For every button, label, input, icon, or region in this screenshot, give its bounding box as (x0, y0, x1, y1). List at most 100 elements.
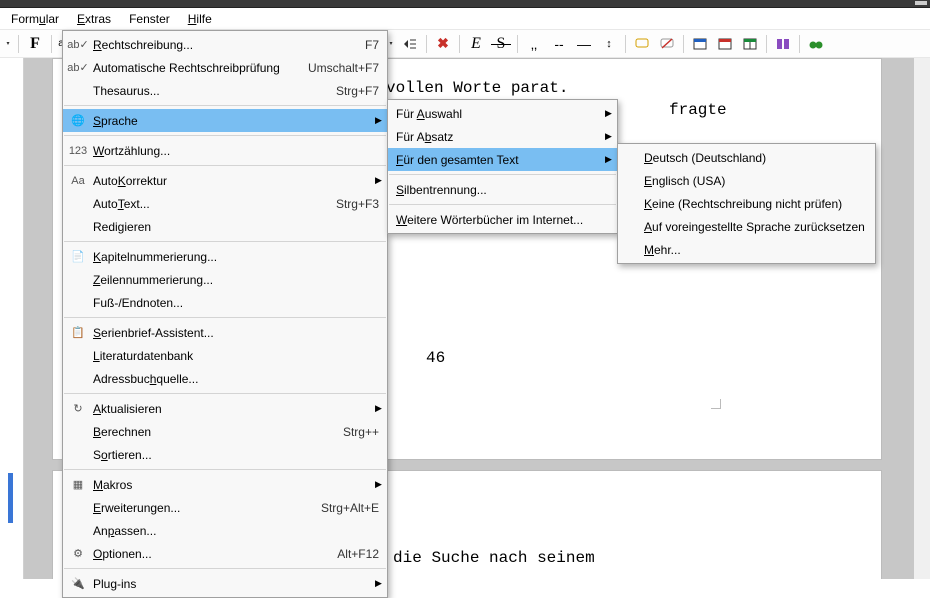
Aa-icon: Aa (67, 172, 89, 190)
window2-icon[interactable] (713, 32, 737, 56)
blank-icon (67, 423, 89, 441)
menu-item[interactable]: Anpassen... (63, 519, 387, 542)
submenu-arrow-icon: ▶ (369, 578, 379, 589)
body-text: fragte (669, 101, 727, 119)
menu-item[interactable]: ab✓Automatische RechtschreibprüfungUmsch… (63, 56, 387, 79)
menu-item[interactable]: Keine (Rechtschreibung nicht prüfen) (618, 192, 875, 215)
blank-icon (67, 218, 89, 236)
menu-item[interactable]: Thesaurus...Strg+F7 (63, 79, 387, 102)
menu-item-accelerator: F7 (365, 38, 379, 52)
menu-item[interactable]: Deutsch (Deutschland) (618, 146, 875, 169)
menu-item[interactable]: Adressbuchquelle... (63, 367, 387, 390)
menu-item-label: Fuß-/Endnoten... (89, 296, 379, 310)
menu-item-label: Makros (89, 478, 369, 492)
blank-icon (67, 271, 89, 289)
menu-item-label: Mehr... (644, 243, 867, 257)
menu-item-accelerator: Strg+F7 (336, 84, 379, 98)
📋-icon: 📋 (67, 324, 89, 342)
vertical-scrollbar[interactable] (914, 58, 930, 579)
low-quote-icon[interactable]: ‚‚ (522, 32, 546, 56)
blank-icon (67, 370, 89, 388)
strike-icon[interactable]: S (489, 32, 513, 56)
menu-item[interactable]: 123Wortzählung... (63, 139, 387, 162)
menu-item[interactable]: ab✓Rechtschreibung...F7 (63, 33, 387, 56)
menu-item-label: Optionen... (89, 547, 337, 561)
menu-item-label: Sprache (89, 114, 369, 128)
menu-item[interactable]: BerechnenStrg++ (63, 420, 387, 443)
menubar-item-extras[interactable]: Extras (68, 9, 120, 29)
menu-item-accelerator: Alt+F12 (337, 547, 379, 561)
🌐-icon: 🌐 (67, 112, 89, 130)
menu-item[interactable]: ⚙Optionen...Alt+F12 (63, 542, 387, 565)
menu-item[interactable]: Silbentrennung... (388, 178, 617, 201)
window1-icon[interactable] (688, 32, 712, 56)
submenu-arrow-icon: ▶ (369, 175, 379, 186)
menu-item[interactable]: Redigieren (63, 215, 387, 238)
menu-item-label: Für Absatz (392, 130, 599, 144)
blank-icon (67, 294, 89, 312)
menu-item-label: Für Auswahl (392, 107, 599, 121)
menu-item[interactable]: 📋Serienbrief-Assistent... (63, 321, 387, 344)
menubar-item-fenster[interactable]: Fenster (120, 9, 179, 29)
menu-item[interactable]: Zeilennummerierung... (63, 268, 387, 291)
minus-icon[interactable]: -- (547, 32, 571, 56)
italic-icon[interactable]: E (464, 32, 488, 56)
dash-icon[interactable]: — (572, 32, 596, 56)
menu-item[interactable]: Für Auswahl▶ (388, 102, 617, 125)
menu-item[interactable]: ▦Makros▶ (63, 473, 387, 496)
menu-item-label: Weitere Wörterbücher im Internet... (392, 213, 609, 227)
menu-item-label: AutoKorrektur (89, 174, 369, 188)
blank-icon (67, 82, 89, 100)
menu-item[interactable]: Weitere Wörterbücher im Internet... (388, 208, 617, 231)
ab✓-icon: ab✓ (67, 59, 89, 77)
indent-left-icon[interactable] (398, 32, 422, 56)
menu-item[interactable]: Erweiterungen...Strg+Alt+E (63, 496, 387, 519)
menu-item[interactable]: AutoText...Strg+F3 (63, 192, 387, 215)
menu-item[interactable]: Literaturdatenbank (63, 344, 387, 367)
▦-icon: ▦ (67, 476, 89, 494)
comment-icon[interactable] (630, 32, 654, 56)
delete-icon[interactable]: ✖ (431, 32, 455, 56)
menu-item-label: Erweiterungen... (89, 501, 321, 515)
blank-icon (67, 195, 89, 213)
menu-item[interactable]: Englisch (USA) (618, 169, 875, 192)
split-icon[interactable] (771, 32, 795, 56)
submenu-arrow-icon: ▶ (369, 479, 379, 490)
menu-item-label: Zeilennummerierung... (89, 273, 379, 287)
window3-icon[interactable] (738, 32, 762, 56)
menu-item[interactable]: Für Absatz▶ (388, 125, 617, 148)
style-dropdown[interactable]: ▾ (2, 32, 14, 56)
binoculars-icon[interactable] (804, 32, 828, 56)
no-comment-icon[interactable] (655, 32, 679, 56)
submenu-arrow-icon: ▶ (599, 131, 609, 142)
menu-item-accelerator: Umschalt+F7 (308, 61, 379, 75)
for-all-text-submenu: Deutsch (Deutschland)Englisch (USA)Keine… (617, 143, 876, 264)
submenu-arrow-icon: ▶ (369, 115, 379, 126)
menubar: FormularExtrasFensterHilfe (0, 8, 930, 30)
submenu-arrow-icon: ▶ (599, 108, 609, 119)
menu-item[interactable]: Mehr... (618, 238, 875, 261)
titlebar (0, 0, 930, 8)
swap-icon[interactable]: ↕ (597, 32, 621, 56)
menu-item-label: Für den gesamten Text (392, 153, 599, 167)
menu-item[interactable]: 🔌Plug-ins▶ (63, 572, 387, 595)
menu-item[interactable]: AaAutoKorrektur▶ (63, 169, 387, 192)
menu-item[interactable]: 📄Kapitelnummerierung... (63, 245, 387, 268)
menu-item[interactable]: ↻Aktualisieren▶ (63, 397, 387, 420)
menubar-item-formular[interactable]: Formular (2, 9, 68, 29)
menu-item-label: Silbentrennung... (392, 183, 609, 197)
language-submenu: Für Auswahl▶Für Absatz▶Für den gesamten … (387, 99, 618, 234)
bold-button[interactable]: F (23, 32, 47, 56)
menu-item[interactable]: 🌐Sprache▶ (63, 109, 387, 132)
menu-item-accelerator: Strg++ (343, 425, 379, 439)
menu-item-label: Adressbuchquelle... (89, 372, 379, 386)
menu-item[interactable]: Auf voreingestellte Sprache zurücksetzen (618, 215, 875, 238)
menu-item[interactable]: Fuß-/Endnoten... (63, 291, 387, 314)
menubar-item-hilfe[interactable]: Hilfe (179, 9, 221, 29)
menu-item-label: Serienbrief-Assistent... (89, 326, 379, 340)
menu-item-label: Automatische Rechtschreibprüfung (89, 61, 308, 75)
menu-item[interactable]: Sortieren... (63, 443, 387, 466)
blank-icon (67, 446, 89, 464)
blank-icon (67, 499, 89, 517)
menu-item[interactable]: Für den gesamten Text▶ (388, 148, 617, 171)
